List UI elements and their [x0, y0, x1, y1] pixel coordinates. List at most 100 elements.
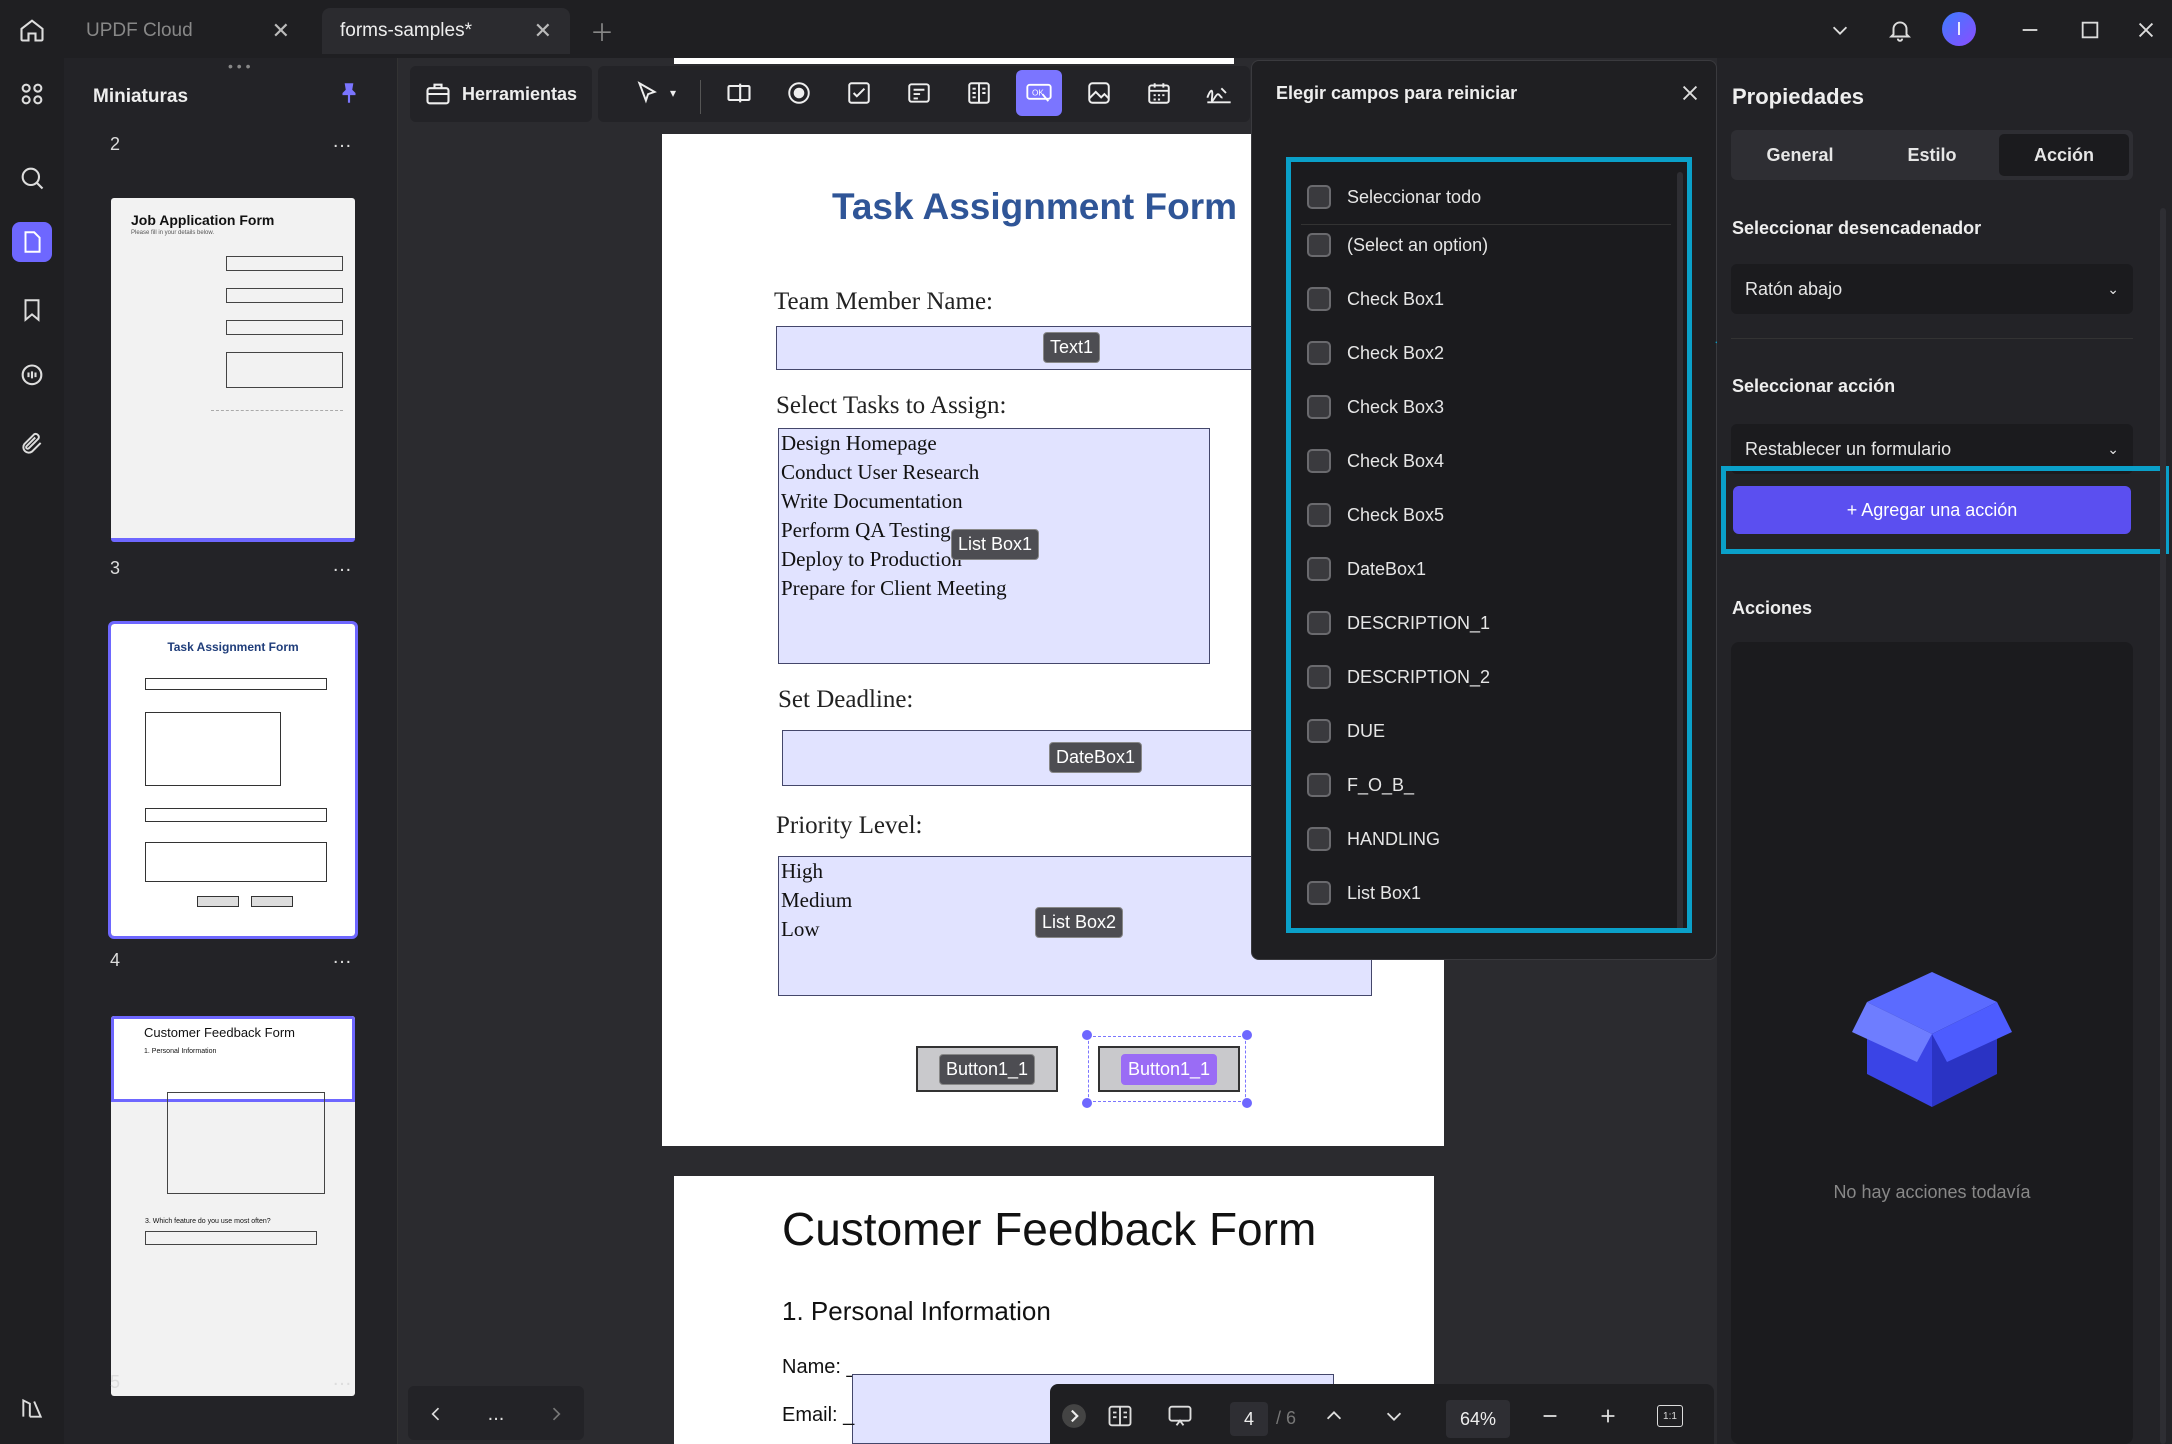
list-item[interactable]: Design Homepage [781, 429, 1007, 458]
minimize-icon[interactable] [2010, 10, 2050, 50]
resize-handle[interactable] [1242, 1030, 1252, 1040]
resize-handle[interactable] [1082, 1030, 1092, 1040]
field-list[interactable]: Seleccionar todo (Select an option) Check… [1286, 157, 1692, 933]
page-total: / 6 [1276, 1408, 1297, 1428]
chevron-right-icon[interactable] [536, 1394, 576, 1434]
popup-title: Elegir campos para reiniciar [1276, 83, 1518, 103]
field-checkbox[interactable]: DateBox1 [1307, 554, 1426, 584]
tab-general[interactable]: General [1735, 134, 1865, 176]
button2-field[interactable]: Button1_1 [1098, 1046, 1240, 1092]
field-checkbox[interactable]: Check Box5 [1307, 500, 1444, 530]
dropdown-field-icon[interactable] [896, 70, 942, 116]
checkbox-icon [1307, 503, 1331, 527]
signature-field-icon[interactable] [1196, 70, 1242, 116]
zoom-in-icon[interactable] [1588, 1396, 1628, 1436]
list-box1-field[interactable]: Design Homepage Conduct User Research Wr… [778, 428, 1210, 664]
chevron-up-icon[interactable] [1314, 1396, 1354, 1436]
list-box-icon[interactable] [956, 70, 1002, 116]
search-icon[interactable] [12, 158, 52, 198]
close-icon[interactable]: ✕ [534, 18, 552, 44]
chevron-right-circle-icon[interactable] [1054, 1396, 1094, 1436]
chevron-down-icon[interactable] [1374, 1396, 1414, 1436]
scrollbar[interactable] [2160, 208, 2166, 1444]
list-item[interactable]: Conduct User Research [781, 458, 1007, 487]
close-icon[interactable]: ✕ [272, 18, 290, 44]
radio-button-icon[interactable] [776, 70, 822, 116]
tab-updf-cloud[interactable]: UPDF Cloud ✕ [68, 8, 308, 54]
close-icon[interactable] [1672, 75, 1708, 111]
list-item[interactable]: Medium [781, 886, 852, 915]
list-item[interactable]: Prepare for Client Meeting [781, 574, 1007, 603]
more-icon[interactable]: … [332, 130, 353, 153]
select-cursor-icon[interactable] [624, 70, 670, 116]
field-tag: List Box1 [951, 529, 1040, 560]
bookmark-icon[interactable] [12, 290, 52, 330]
presentation-icon[interactable] [1160, 1396, 1200, 1436]
field-tag: List Box2 [1035, 907, 1124, 938]
trigger-select[interactable]: Ratón abajo ⌄ [1731, 264, 2133, 314]
field-checkbox[interactable]: Check Box3 [1307, 392, 1444, 422]
add-action-button[interactable]: + Agregar una acción [1733, 486, 2131, 534]
scrollbar[interactable] [1677, 172, 1683, 928]
two-page-view-icon[interactable] [1100, 1396, 1140, 1436]
field-checkbox[interactable]: (Select an option) [1307, 230, 1488, 260]
text1-field[interactable]: Text1 [776, 326, 1296, 370]
page-input[interactable]: 4 [1230, 1402, 1268, 1436]
chevron-left-icon[interactable] [416, 1394, 456, 1434]
field-checkbox[interactable]: DESCRIPTION_1 [1307, 608, 1490, 638]
button-field-icon[interactable]: OK [1016, 70, 1062, 116]
actual-size-icon[interactable]: 1:1 [1650, 1396, 1690, 1436]
list-item[interactable]: Write Documentation [781, 487, 1007, 516]
tab-action[interactable]: Acción [1999, 134, 2129, 176]
field-checkbox[interactable]: Check Box1 [1307, 284, 1444, 314]
field-checkbox[interactable]: DESCRIPTION_2 [1307, 662, 1490, 692]
layers-icon[interactable] [12, 1388, 52, 1428]
properties-panel: Propiedades General Estilo Acción Selecc… [1717, 58, 2172, 1444]
avatar[interactable]: I [1942, 12, 1976, 46]
apps-grid-icon[interactable] [12, 74, 52, 114]
thumbnail-page-4[interactable]: Task Assignment Form [108, 621, 358, 939]
actions-list: No hay acciones todavía [1731, 642, 2133, 1444]
image-field-icon[interactable] [1076, 70, 1122, 116]
thumbnail-page-5[interactable]: Customer Feedback Form 1. Personal Infor… [111, 1016, 355, 1396]
chevron-down-icon[interactable]: ▾ [670, 86, 676, 100]
date-field-icon[interactable] [1136, 70, 1182, 116]
text-field-icon[interactable] [716, 70, 762, 116]
field-checkbox[interactable]: Check Box2 [1307, 338, 1444, 368]
thumbnail-page-3[interactable]: Job Application Form Please fill in your… [111, 198, 355, 542]
pages-icon[interactable] [12, 222, 52, 262]
maximize-icon[interactable] [2070, 10, 2110, 50]
zoom-out-icon[interactable] [1530, 1396, 1570, 1436]
tools-button[interactable]: Herramientas [410, 66, 592, 122]
comment-icon[interactable] [12, 356, 52, 396]
close-window-icon[interactable] [2126, 10, 2166, 50]
more-icon[interactable]: … [332, 1368, 353, 1391]
checkbox-icon[interactable] [836, 70, 882, 116]
field-checkbox[interactable]: HANDLING [1307, 824, 1440, 854]
resize-handle[interactable] [1242, 1098, 1252, 1108]
empty-box-icon [1852, 972, 2012, 1107]
list-item[interactable]: High [781, 857, 852, 886]
select-all-checkbox[interactable]: Seleccionar todo [1307, 182, 1481, 212]
tab-style[interactable]: Estilo [1867, 134, 1997, 176]
field-checkbox[interactable]: List Box1 [1307, 878, 1421, 908]
more-icon[interactable]: ... [476, 1394, 516, 1434]
more-icon[interactable]: … [332, 554, 353, 577]
new-tab-button[interactable]: ＋ [582, 10, 622, 50]
field-checkbox[interactable]: DUE [1307, 716, 1385, 746]
zoom-level[interactable]: 64% [1446, 1400, 1510, 1438]
datebox1-field[interactable]: DateBox1 [782, 730, 1298, 786]
list-item[interactable]: Low [781, 915, 852, 944]
resize-handle[interactable] [1082, 1098, 1092, 1108]
field-checkbox[interactable]: Check Box4 [1307, 446, 1444, 476]
button1-field[interactable]: Button1_1 [916, 1046, 1058, 1092]
tab-forms-samples[interactable]: forms-samples* ✕ [322, 8, 570, 54]
bell-icon[interactable] [1880, 10, 1920, 50]
more-icon[interactable]: … [332, 946, 353, 969]
field-checkbox[interactable]: F_O_B_ [1307, 770, 1414, 800]
pin-icon[interactable] [336, 80, 362, 111]
drag-handle[interactable]: • • • [228, 58, 250, 74]
attachment-icon[interactable] [12, 424, 52, 464]
home-icon[interactable] [12, 10, 52, 50]
chevron-down-icon[interactable] [1820, 10, 1860, 50]
